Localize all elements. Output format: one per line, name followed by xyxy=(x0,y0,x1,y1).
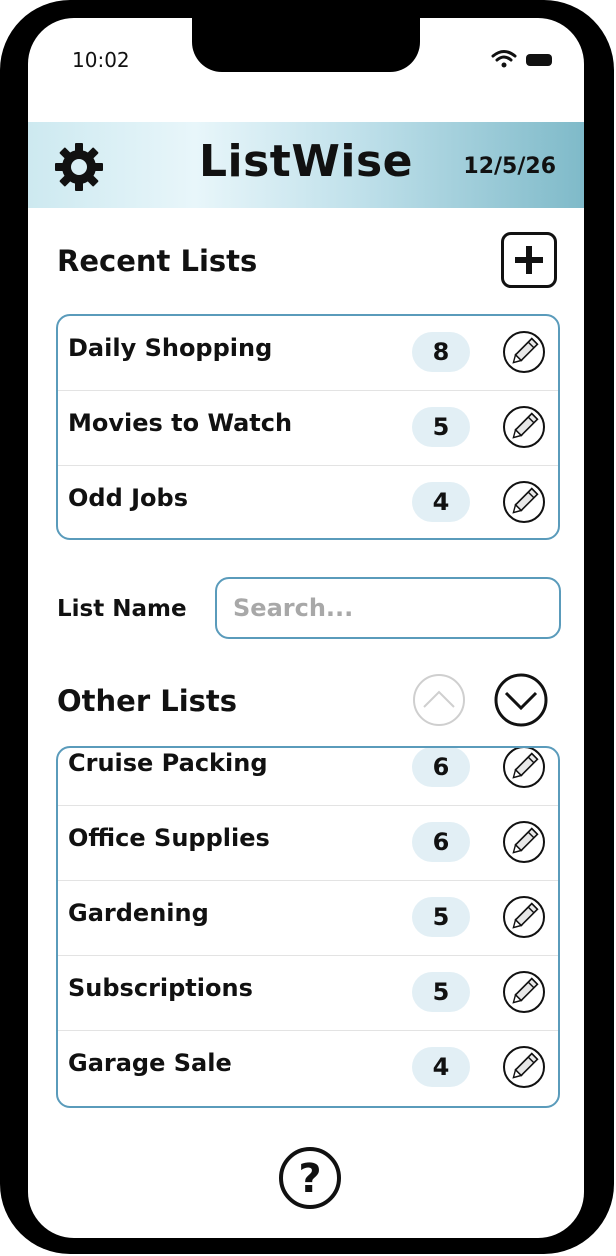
list-item-label: Office Supplies xyxy=(68,824,270,852)
pencil-icon[interactable] xyxy=(502,1045,546,1089)
list-item[interactable]: Office Supplies 6 xyxy=(58,806,558,881)
item-count-badge: 6 xyxy=(412,822,470,862)
list-item[interactable]: Cruise Packing 6 xyxy=(58,746,558,806)
pencil-icon[interactable] xyxy=(502,895,546,939)
header-date: 12/5/26 xyxy=(463,154,556,179)
pencil-icon[interactable] xyxy=(502,480,546,524)
list-item-label: Cruise Packing xyxy=(68,749,268,777)
wifi-icon xyxy=(491,50,517,68)
help-icon[interactable]: ? xyxy=(278,1146,342,1210)
item-count-badge: 5 xyxy=(412,407,470,447)
list-item-label: Subscriptions xyxy=(68,974,253,1002)
pencil-icon[interactable] xyxy=(502,330,546,374)
notch xyxy=(192,18,420,72)
pencil-icon[interactable] xyxy=(502,405,546,449)
list-item[interactable]: Odd Jobs 4 xyxy=(58,466,558,538)
item-count-badge: 6 xyxy=(412,748,470,787)
item-count-badge: 8 xyxy=(412,332,470,372)
recent-lists: Daily Shopping 8 Movies to Watch 5 Odd J… xyxy=(56,314,560,540)
svg-text:?: ? xyxy=(298,1156,321,1202)
list-item-label: Movies to Watch xyxy=(68,409,293,437)
list-item-label: Gardening xyxy=(68,899,209,927)
other-lists-title: Other Lists xyxy=(57,684,238,718)
list-item[interactable]: Movies to Watch 5 xyxy=(58,391,558,466)
list-item[interactable]: Subscriptions 5 xyxy=(58,956,558,1031)
chevron-up-icon[interactable] xyxy=(412,673,466,727)
pencil-icon[interactable] xyxy=(502,746,546,789)
list-item[interactable]: Daily Shopping 8 xyxy=(58,316,558,391)
pencil-icon[interactable] xyxy=(502,820,546,864)
list-item[interactable]: Gardening 5 xyxy=(58,881,558,956)
chevron-down-icon[interactable] xyxy=(494,673,548,727)
plus-icon xyxy=(515,246,543,274)
list-item-label: Garage Sale xyxy=(68,1049,232,1077)
other-lists-scroll: Cruise Packing 6 Office Supplies 6 Garde… xyxy=(58,746,558,1106)
list-item[interactable]: Garage Sale 4 xyxy=(58,1031,558,1106)
list-item-label: Daily Shopping xyxy=(68,334,273,362)
pencil-icon[interactable] xyxy=(502,970,546,1014)
item-count-badge: 5 xyxy=(412,972,470,1012)
search-input[interactable] xyxy=(215,577,561,639)
list-name-label: List Name xyxy=(57,596,187,622)
recent-lists-title: Recent Lists xyxy=(57,244,258,278)
other-lists: Cruise Packing 6 Office Supplies 6 Garde… xyxy=(56,746,560,1108)
item-count-badge: 5 xyxy=(412,897,470,937)
phone-frame: 10:02 ListWise 12/5/26 Recent Lists Dail… xyxy=(0,0,614,1254)
app-screen: 10:02 ListWise 12/5/26 Recent Lists Dail… xyxy=(28,18,584,1238)
battery-icon xyxy=(526,54,552,66)
status-time: 10:02 xyxy=(72,48,130,72)
item-count-badge: 4 xyxy=(412,482,470,522)
list-item-label: Odd Jobs xyxy=(68,484,188,512)
add-list-button[interactable] xyxy=(501,232,557,288)
app-header: ListWise 12/5/26 xyxy=(28,122,584,208)
item-count-badge: 4 xyxy=(412,1047,470,1087)
